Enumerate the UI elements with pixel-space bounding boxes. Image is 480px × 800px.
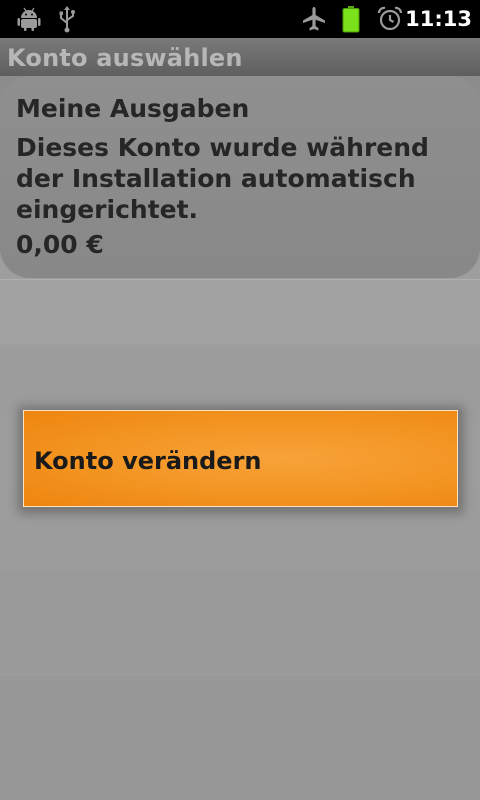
battery-icon [340, 0, 362, 38]
status-bar: 11:13 [0, 0, 480, 38]
account-name: Meine Ausgaben [16, 94, 250, 123]
background-row [0, 570, 480, 674]
android-debug-icon [14, 0, 44, 38]
list-divider [0, 279, 480, 280]
account-description: Dieses Konto wurde während der Installat… [16, 133, 429, 224]
usb-icon [54, 0, 80, 38]
clock: 11:13 [405, 7, 472, 31]
background-row [0, 280, 480, 344]
page-title: Konto auswählen [7, 44, 243, 72]
account-card: Meine Ausgaben Dieses Konto wurde währen… [0, 76, 480, 278]
airplane-mode-icon [300, 0, 328, 38]
title-bar: Konto auswählen [0, 38, 480, 77]
alarm-icon [376, 0, 404, 38]
account-list-item[interactable]: Meine Ausgaben Dieses Konto wurde währen… [0, 76, 480, 278]
account-balance: 0,00 € [16, 230, 104, 259]
change-account-label: Konto verändern [34, 447, 262, 475]
background-row [0, 676, 480, 800]
change-account-button[interactable]: Konto verändern [23, 410, 458, 507]
